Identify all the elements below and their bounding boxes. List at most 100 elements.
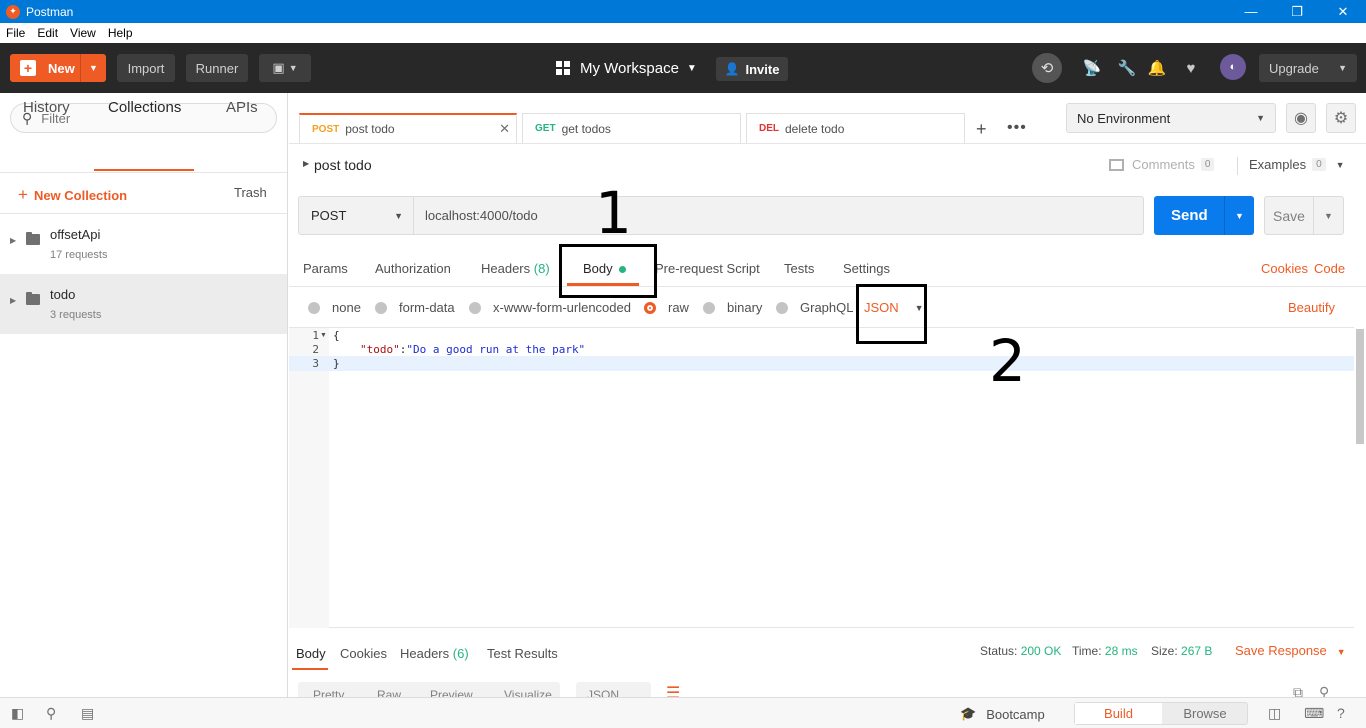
response-tab-headers[interactable]: Headers (6) [400,646,469,661]
toggle-sidebar-icon[interactable]: ◧ [11,705,24,722]
manage-environments-gear-icon[interactable]: ⚙ [1326,103,1356,133]
radio-label: none [332,300,361,315]
expand-arrow-icon[interactable]: ▶ [10,236,16,245]
code-link[interactable]: Code [1314,261,1345,276]
status-value: 200 OK [1020,644,1062,658]
radio-graphql[interactable]: GraphQL [776,300,853,315]
close-window-button[interactable]: ✕ [1320,0,1366,23]
radio-raw[interactable]: raw [644,300,689,315]
tab-apis[interactable]: APIs [226,99,258,116]
chevron-down-icon: ▼ [394,210,403,221]
environment-select[interactable]: No Environment ▼ [1066,103,1276,133]
method-select[interactable]: POST ▼ [298,196,414,235]
time-label: Time: [1072,644,1102,658]
sync-status-icon[interactable]: ⟲ [1032,53,1062,83]
browse-mode-button[interactable]: Browse [1162,703,1248,724]
radio-dot [469,301,481,314]
two-pane-view-icon[interactable]: ◫ [1268,705,1281,722]
user-avatar[interactable]: ◐ [1220,54,1246,80]
code-editor[interactable]: 1 ▼ 2 3 { "todo":"Do a good run at the p… [289,327,1354,628]
workspace-switcher[interactable]: My Workspace ▼ [556,57,697,79]
copy-icon[interactable]: ⧉ [1293,684,1303,697]
editor-scrollbar[interactable] [1356,329,1364,444]
response-tab-test-results[interactable]: Test Results [487,646,558,661]
import-button[interactable]: Import [117,54,175,82]
add-tab-icon[interactable]: + [976,119,987,140]
close-icon[interactable]: ✕ [499,121,510,137]
annotation-box-1 [559,244,657,298]
view-preview[interactable]: Preview [430,688,473,697]
save-button[interactable]: Save ▼ [1264,196,1344,235]
comments-button[interactable]: Comments 0 [1109,157,1215,172]
console-icon[interactable]: ▤ [81,705,94,722]
beautify-link[interactable]: Beautify [1288,300,1335,315]
new-button[interactable]: + New ▼ [10,54,106,82]
radio-none[interactable]: none [308,300,361,315]
examples-button[interactable]: Examples 0 ▼ [1237,157,1345,175]
tab-tests[interactable]: Tests [784,261,814,276]
runner-button[interactable]: Runner [186,54,248,82]
status-bar: ◧ ⚲ ▤ 🎓 Bootcamp Build Browse ◫ ⌨ ? [0,697,1366,728]
tab-settings[interactable]: Settings [843,261,890,276]
environment-label: No Environment [1077,110,1171,126]
code-line-2: "todo":"Do a good run at the park" [360,343,585,356]
notifications-bell-icon[interactable]: 🔔 [1146,57,1168,79]
tab-pre-request-script[interactable]: Pre-request Script [655,261,760,276]
heart-icon[interactable]: ♥ [1180,57,1202,79]
request-tab-get-todos[interactable]: GET get todos [522,113,741,143]
expand-arrow-icon[interactable]: ▶ [10,296,16,305]
chevron-down-icon: ▼ [1338,63,1347,73]
settings-wrench-icon[interactable]: 🔧 [1116,57,1138,79]
more-tabs-icon[interactable]: ••• [1007,119,1027,137]
response-tab-cookies[interactable]: Cookies [340,646,387,661]
radio-urlencoded[interactable]: x-www-form-urlencoded [469,300,631,315]
fold-arrow-icon[interactable]: ▼ [320,332,327,339]
send-button[interactable]: Send ▼ [1154,196,1254,235]
tab-headers[interactable]: Headers (8) [481,261,550,276]
save-dropdown-caret-icon[interactable]: ▼ [1313,197,1343,234]
view-pretty[interactable]: Pretty [313,688,344,697]
request-tab-post-todo[interactable]: POST post todo ✕ [299,113,517,143]
invite-button[interactable]: 👤 Invite [716,57,788,81]
radio-label: form-data [399,300,455,315]
trash-link[interactable]: Trash [234,185,267,200]
view-visualize[interactable]: Visualize [504,688,552,697]
minimize-button[interactable]: — [1228,0,1274,23]
expand-arrow-icon[interactable]: ▶ [303,159,309,168]
collection-item-todo[interactable]: ▶ todo 3 requests [0,274,287,334]
cookies-link[interactable]: Cookies [1261,261,1308,276]
tab-params[interactable]: Params [303,261,348,276]
send-dropdown-caret-icon[interactable]: ▼ [1224,196,1254,235]
annotation-box-2 [856,284,927,344]
collection-item-offsetapi[interactable]: ▶ offsetApi 17 requests [0,214,287,274]
keyboard-shortcuts-icon[interactable]: ⌨ [1304,705,1324,722]
save-response-button[interactable]: Save Response ▼ [1235,643,1346,658]
url-input[interactable]: localhost:4000/todo [413,196,1144,235]
tab-collections[interactable]: Collections [108,99,181,116]
view-raw[interactable]: Raw [377,688,401,697]
menu-edit[interactable]: Edit [31,26,64,40]
upgrade-button[interactable]: Upgrade ▼ [1259,54,1357,82]
find-icon[interactable]: ⚲ [46,705,56,722]
new-window-button[interactable]: ▣ ▼ [259,54,311,82]
tab-history[interactable]: History [23,99,70,116]
request-tab-delete-todo[interactable]: DEL delete todo [746,113,965,143]
new-collection-button[interactable]: + New Collection [18,185,127,205]
new-dropdown-caret-icon[interactable]: ▼ [80,54,106,82]
search-icon[interactable]: ⚲ [1319,684,1329,697]
menu-file[interactable]: File [0,26,31,40]
restore-button[interactable]: ❐ [1274,0,1320,23]
environment-quick-look-eye-icon[interactable]: ◉ [1286,103,1316,133]
radio-binary[interactable]: binary [703,300,762,315]
request-title[interactable]: post todo [314,157,372,173]
bootcamp-button[interactable]: 🎓 Bootcamp [960,706,1045,722]
build-mode-button[interactable]: Build [1075,703,1162,724]
response-tab-body[interactable]: Body [296,646,326,661]
help-icon[interactable]: ? [1337,705,1345,721]
interceptor-satellite-icon[interactable]: 📡 [1081,57,1103,79]
menu-view[interactable]: View [64,26,102,40]
wrap-lines-icon[interactable]: ☰ [666,683,680,697]
tab-authorization[interactable]: Authorization [375,261,451,276]
radio-form-data[interactable]: form-data [375,300,455,315]
menu-help[interactable]: Help [102,26,139,40]
